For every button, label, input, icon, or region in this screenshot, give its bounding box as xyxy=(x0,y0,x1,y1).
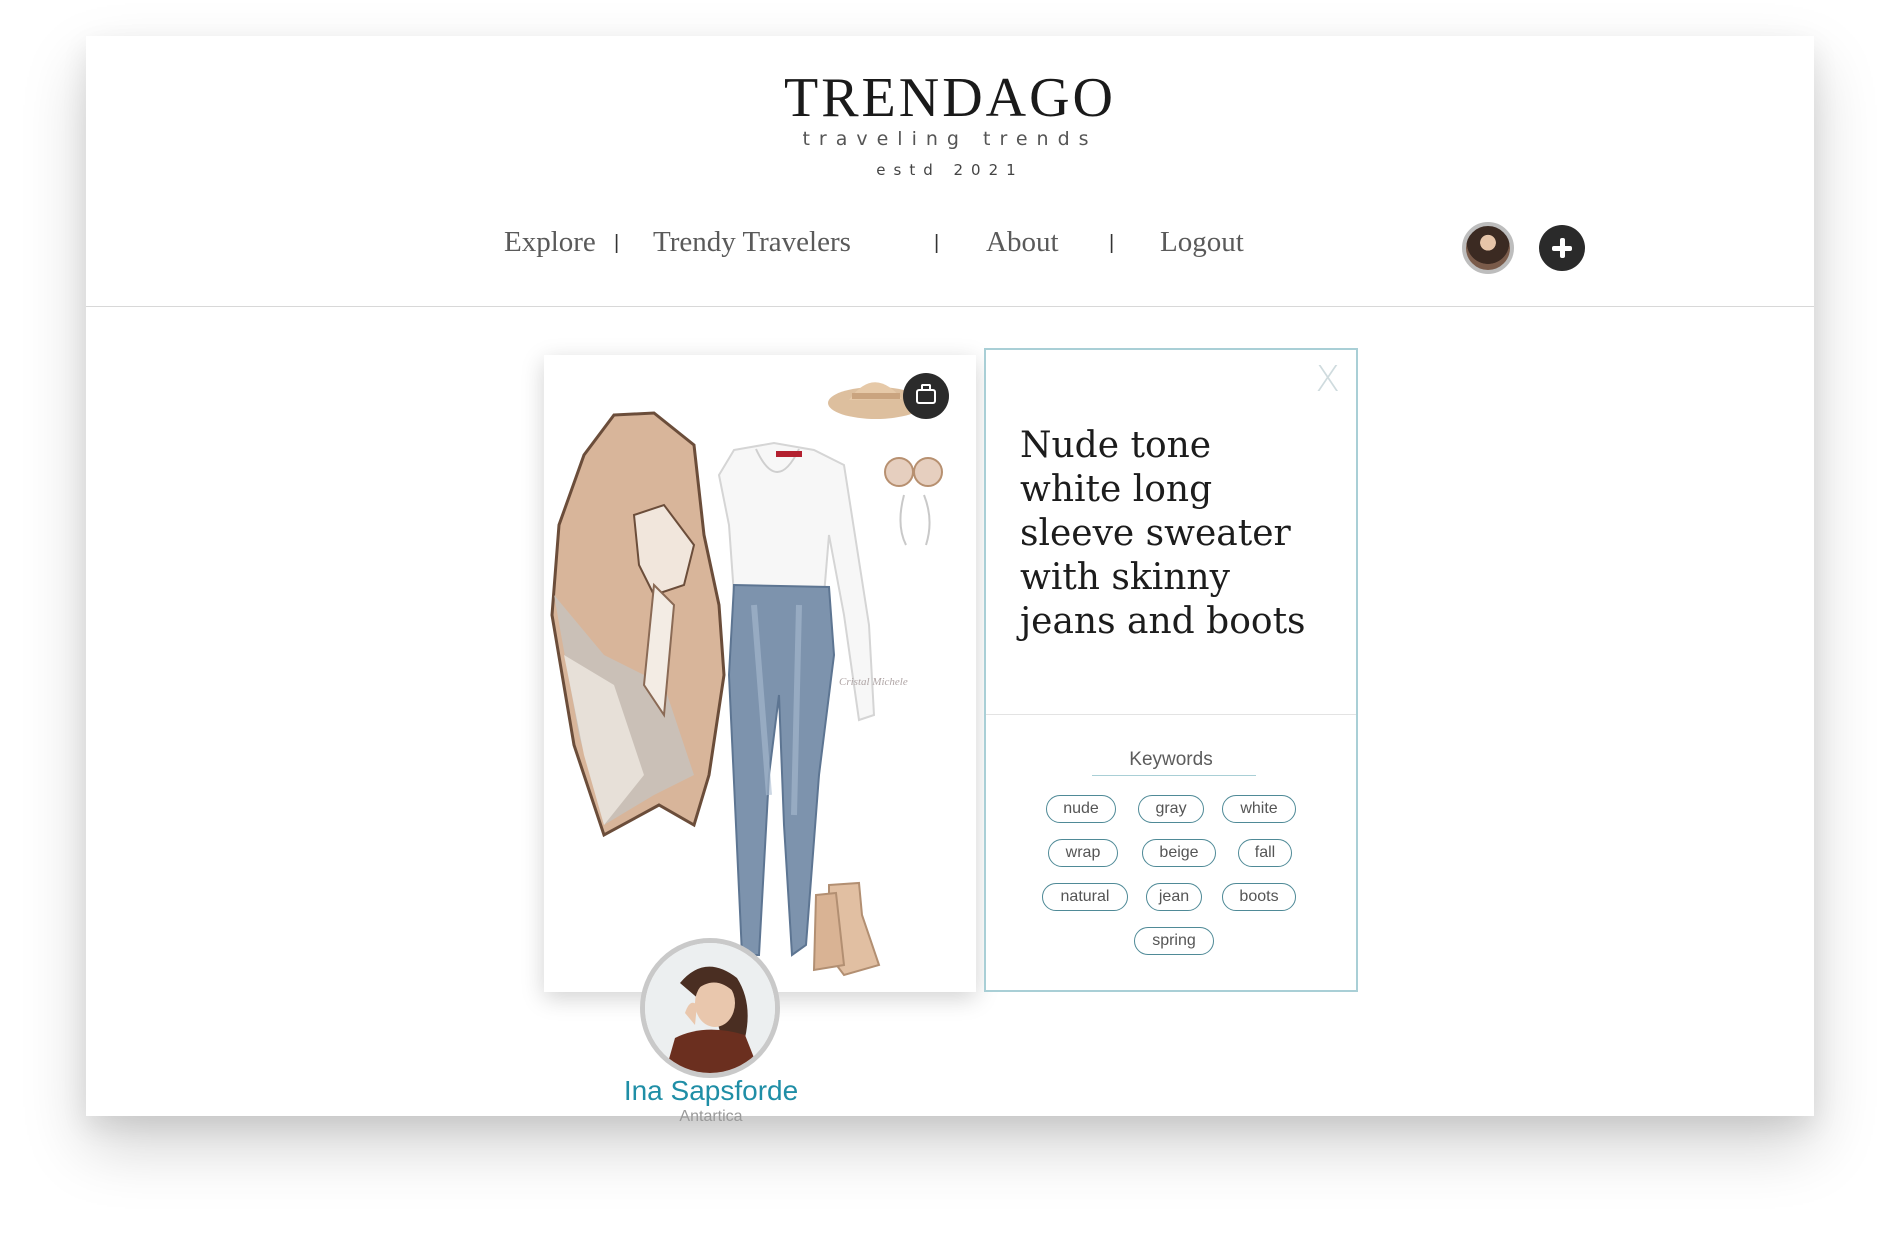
earrings xyxy=(899,494,931,546)
keyword-chip-spring[interactable]: spring xyxy=(1134,927,1214,955)
keyword-chip-gray[interactable]: gray xyxy=(1138,795,1204,823)
author-name[interactable]: Ina Sapsforde xyxy=(566,1075,856,1107)
author-photo xyxy=(645,943,775,1073)
keyword-chip-fall[interactable]: fall xyxy=(1238,839,1292,867)
post-details-panel: X Nude tone white long sleeve sweater wi… xyxy=(984,348,1358,992)
author-avatar[interactable] xyxy=(640,938,780,1078)
nav-separator: | xyxy=(934,232,940,254)
header-divider xyxy=(86,306,1814,307)
brand-established: estd 2021 xyxy=(876,161,1024,179)
nav-separator: | xyxy=(614,232,620,254)
outfit-image[interactable]: Cristal Michele xyxy=(544,355,976,992)
keyword-chip-nude[interactable]: nude xyxy=(1046,795,1116,823)
nav-item-about[interactable]: About xyxy=(986,226,1059,259)
user-avatar-icon[interactable] xyxy=(1462,222,1514,274)
plus-icon[interactable] xyxy=(1539,225,1585,271)
keyword-list: nude gray white wrap beige fall natural … xyxy=(986,350,1356,990)
sunglasses xyxy=(884,457,914,487)
keyword-chip-boots[interactable]: boots xyxy=(1222,883,1296,911)
author-location: Antartica xyxy=(679,1108,743,1125)
keyword-chip-white[interactable]: white xyxy=(1222,795,1296,823)
keyword-chip-natural[interactable]: natural xyxy=(1042,883,1128,911)
outfit-illustration: Cristal Michele xyxy=(550,382,943,977)
app-window: TRENDAGO traveling trends estd 2021 Expl… xyxy=(86,36,1814,1125)
nav-separator: | xyxy=(1109,232,1115,254)
brand-title[interactable]: TRENDAGO xyxy=(86,66,1814,130)
keyword-chip-wrap[interactable]: wrap xyxy=(1048,839,1118,867)
keyword-chip-beige[interactable]: beige xyxy=(1142,839,1216,867)
image-watermark: Cristal Michele xyxy=(839,676,908,688)
keyword-chip-jean[interactable]: jean xyxy=(1146,883,1202,911)
nav-item-logout[interactable]: Logout xyxy=(1160,226,1244,259)
nav-item-explore[interactable]: Explore xyxy=(504,226,596,259)
brand-tagline: traveling trends xyxy=(802,128,1098,150)
nav-item-trendy-travelers[interactable]: Trendy Travelers xyxy=(653,226,851,259)
suitcase-icon[interactable] xyxy=(903,373,949,419)
